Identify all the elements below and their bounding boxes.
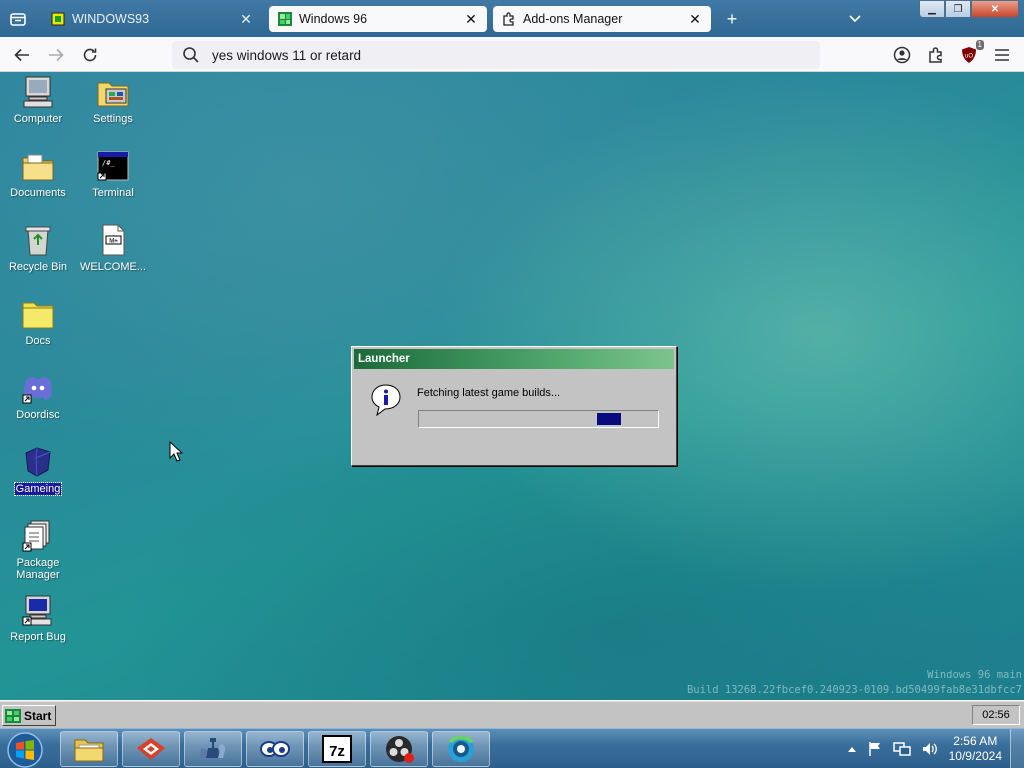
terminal-icon: /#_	[97, 151, 129, 181]
taskbar-browser[interactable]	[432, 731, 490, 767]
chevron-down-icon[interactable]	[845, 9, 865, 29]
start-button[interactable]: Start	[2, 705, 56, 726]
taskbar-file-explorer[interactable]	[60, 731, 118, 767]
tab-addons-manager[interactable]: Add-ons Manager ✕	[493, 6, 711, 32]
recycle-bin-icon	[25, 226, 51, 256]
action-center-flag-icon[interactable]	[867, 741, 883, 757]
close-tab-icon[interactable]: ✕	[687, 11, 703, 27]
markdown-file-icon: M+	[102, 224, 125, 256]
windows96-desktop[interactable]: Computer Settings Documents /#_ Terminal…	[0, 72, 1024, 700]
close-tab-icon[interactable]: ✕	[463, 11, 479, 27]
reload-icon[interactable]	[79, 44, 101, 66]
build-watermark-line1: Windows 96 main	[927, 669, 1022, 681]
hamburger-menu-icon[interactable]	[991, 44, 1013, 66]
taskbar-gitkraken[interactable]	[122, 731, 180, 767]
w96-taskbar: Start 02:56	[0, 700, 1024, 728]
desktop-icon-gameing[interactable]: Gameing	[3, 445, 73, 496]
desktop-icon-documents[interactable]: Documents	[3, 149, 73, 199]
eyes-icon	[260, 741, 290, 757]
desktop-icon-computer[interactable]: Computer	[3, 75, 73, 125]
svg-text:/#_: /#_	[102, 159, 115, 167]
tab-windows96[interactable]: Windows 96 ✕	[269, 6, 487, 32]
settings-icon	[97, 82, 129, 107]
w96-tray-clock: 02:56	[972, 705, 1020, 725]
report-bug-icon	[22, 595, 52, 626]
windows96-favicon-icon	[278, 12, 292, 26]
progress-chunk	[597, 413, 621, 425]
browser-nav-bar: yes windows 11 or retard uO 1	[0, 37, 1024, 72]
folder-icon	[22, 302, 54, 329]
clock-time: 2:56 AM	[953, 734, 998, 748]
info-icon	[371, 384, 401, 417]
puzzle-piece-icon	[503, 12, 514, 26]
obs-icon	[386, 736, 414, 763]
svg-text:uO: uO	[965, 54, 973, 60]
clock-date: 10/9/2024	[948, 749, 1002, 763]
taskbar-eyes[interactable]	[246, 731, 304, 767]
ublock-count-badge: 1	[975, 40, 984, 50]
discord-icon	[22, 377, 52, 404]
build-watermark-line2: Build 13268.22fbcef0.240923-0109.bd50499…	[686, 684, 1022, 696]
computer-icon	[23, 76, 53, 108]
launcher-title[interactable]: Launcher	[354, 349, 674, 369]
taskbar-chess[interactable]	[184, 731, 242, 767]
documents-folder-icon	[22, 154, 54, 181]
address-bar[interactable]: yes windows 11 or retard	[172, 41, 820, 69]
launcher-dialog[interactable]: Launcher Fetching latest game builds...	[351, 346, 677, 466]
forward-arrow-icon[interactable]	[45, 44, 67, 66]
system-tray: 2:56 AM 10/9/2024	[847, 731, 1002, 767]
tab-label: Windows 96	[299, 12, 368, 26]
browser-tab-bar: WINDOWS93 ✕ Windows 96 ✕ Add-ons Manager…	[0, 0, 1024, 37]
gitkraken-icon	[137, 738, 165, 760]
back-arrow-icon[interactable]	[11, 44, 33, 66]
network-icon[interactable]	[892, 741, 911, 757]
restore-window-button[interactable]: ❐	[945, 0, 971, 18]
windows96-logo-icon	[5, 708, 21, 723]
7zip-icon: 7z	[322, 735, 352, 763]
system-clock[interactable]: 2:56 AM 10/9/2024	[949, 734, 1002, 764]
svg-text:7z: 7z	[329, 743, 345, 760]
new-tab-icon[interactable]: +	[722, 9, 742, 29]
minimize-window-button[interactable]: ▁	[919, 0, 945, 18]
show-hidden-icons-icon[interactable]	[847, 745, 857, 753]
game-icon	[25, 447, 51, 477]
tab-list-icon[interactable]	[8, 9, 28, 29]
taskbar-7zip[interactable]: 7z	[308, 731, 366, 767]
start-label: Start	[24, 708, 52, 723]
file-explorer-icon	[74, 739, 104, 762]
host-taskbar: 7z 2:56 AM 10/9/2024	[0, 728, 1024, 768]
address-bar-text: yes windows 11 or retard	[212, 47, 362, 63]
close-tab-icon[interactable]: ✕	[238, 11, 254, 27]
desktop-icon-doordisc[interactable]: Doordisc	[3, 371, 73, 421]
search-icon	[183, 47, 199, 63]
tab-label: Add-ons Manager	[523, 12, 623, 26]
desktop-icon-report-bug[interactable]: Report Bug	[3, 593, 73, 643]
extensions-puzzle-icon[interactable]	[925, 44, 947, 66]
tab-label: WINDOWS93	[72, 12, 150, 26]
launcher-message: Fetching latest game builds...	[417, 387, 561, 399]
browser-icon	[448, 735, 474, 762]
ublock-shield-icon[interactable]: uO 1	[958, 40, 984, 66]
desktop-icon-docs[interactable]: Docs	[3, 297, 73, 347]
show-desktop-button[interactable]	[1010, 729, 1024, 768]
tab-windows93[interactable]: WINDOWS93 ✕	[42, 6, 262, 32]
chess-icon	[200, 738, 226, 758]
desktop-icon-recycle-bin[interactable]: Recycle Bin	[3, 223, 73, 273]
close-window-button[interactable]: ✕	[971, 0, 1019, 18]
desktop-icon-package-manager[interactable]: Package Manager	[3, 519, 73, 581]
desktop-icon-welcome[interactable]: M+ WELCOME...	[78, 223, 148, 273]
desktop-icon-terminal[interactable]: /#_ Terminal	[78, 149, 148, 199]
svg-text:M+: M+	[109, 239, 118, 245]
mouse-pointer-icon	[169, 441, 183, 462]
launcher-progress-bar	[418, 410, 659, 428]
taskbar-obs[interactable]	[370, 731, 428, 767]
desktop-icon-settings[interactable]: Settings	[78, 75, 148, 125]
account-icon[interactable]	[891, 44, 913, 66]
volume-icon[interactable]	[921, 741, 939, 757]
package-manager-icon	[22, 520, 50, 552]
windows-start-orb-icon[interactable]	[6, 731, 44, 768]
windows93-favicon-icon	[51, 12, 65, 26]
